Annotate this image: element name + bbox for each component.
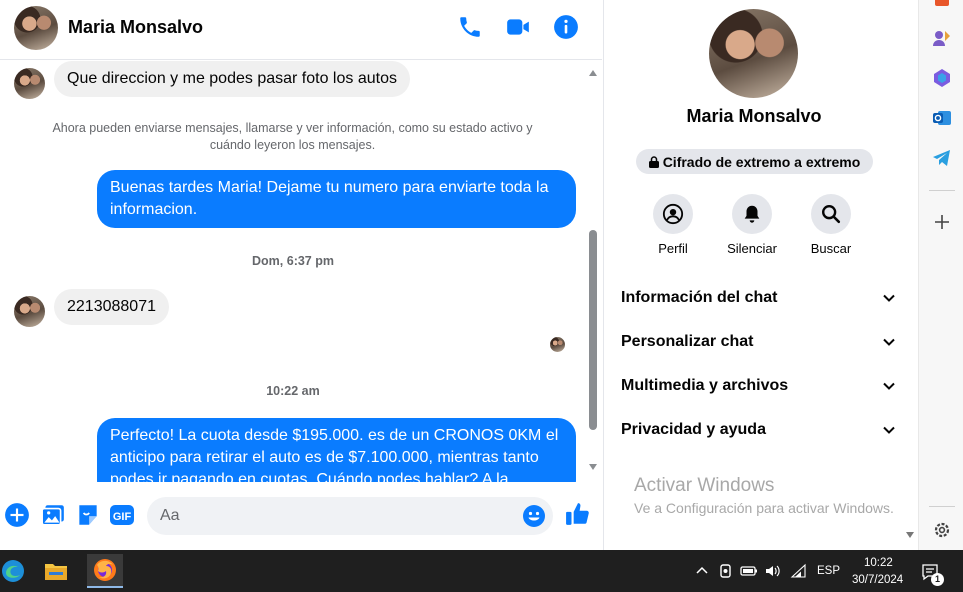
system-notice: Ahora pueden enviarse mensajes, llamarse…	[52, 121, 533, 152]
read-receipt-avatar	[550, 337, 565, 352]
encryption-label: Cifrado de extremo a extremo	[662, 153, 861, 170]
scroll-down-arrow[interactable]	[589, 464, 597, 470]
section-customize-chat[interactable]: Personalizar chat	[621, 327, 896, 357]
chevron-down-icon	[883, 382, 895, 390]
section-privacy-help[interactable]: Privacidad y ayuda	[621, 415, 896, 445]
firefox-icon[interactable]	[87, 554, 123, 588]
telegram-icon[interactable]	[932, 148, 952, 168]
games-icon[interactable]	[932, 28, 952, 48]
timestamp-separator: 10:22 am	[266, 384, 320, 398]
notification-badge: 1	[931, 573, 944, 586]
encryption-badge[interactable]: Cifrado de extremo a extremo	[636, 149, 873, 174]
plus-circle-icon[interactable]	[4, 502, 30, 528]
profile-label: Perfil	[658, 241, 688, 256]
clock-time[interactable]: 10:22	[864, 557, 893, 569]
message-outgoing[interactable]: Buenas tardes Maria! Dejame tu numero pa…	[97, 170, 576, 228]
info-icon[interactable]	[553, 14, 579, 40]
chevron-down-icon	[883, 338, 895, 346]
section-label: Información del chat	[621, 289, 778, 306]
settings-gear-icon[interactable]	[932, 520, 952, 540]
sidebar-divider	[929, 506, 955, 507]
sender-avatar[interactable]	[14, 296, 45, 327]
copilot-icon[interactable]	[932, 68, 952, 88]
message-scrollbar[interactable]	[586, 62, 600, 480]
outlook-icon[interactable]	[932, 108, 952, 128]
thumbs-up-icon[interactable]	[565, 501, 591, 527]
file-explorer-icon[interactable]	[38, 554, 74, 588]
profile-action[interactable]: Perfil	[638, 194, 708, 256]
scroll-thumb[interactable]	[589, 230, 597, 430]
wifi-icon[interactable]	[790, 562, 808, 580]
gif-icon[interactable]: GIF	[109, 502, 135, 528]
section-label: Privacidad y ayuda	[621, 421, 766, 438]
photo-icon[interactable]	[40, 502, 66, 528]
activation-watermark-title: Activar Windows	[634, 475, 775, 496]
profile-icon[interactable]	[653, 194, 693, 234]
screen: Maria Monsalvo Que direccion y me podes …	[0, 0, 963, 592]
volume-icon[interactable]	[764, 562, 782, 580]
battery-icon[interactable]	[740, 562, 758, 580]
mute-label: Silenciar	[727, 241, 777, 256]
search-action[interactable]: Buscar	[796, 194, 866, 256]
timestamp-separator: Dom, 6:37 pm	[252, 254, 334, 268]
emoji-icon[interactable]	[522, 504, 546, 528]
info-avatar[interactable]	[709, 9, 798, 98]
mute-action[interactable]: Silenciar	[717, 194, 787, 256]
composer: GIF	[0, 482, 602, 550]
section-chat-info[interactable]: Información del chat	[621, 283, 896, 313]
conversation-info-panel: Maria Monsalvo Cifrado de extremo a extr…	[603, 0, 918, 550]
chevron-up-icon[interactable]	[693, 562, 711, 580]
message-list[interactable]: Que direccion y me podes pasar foto los …	[0, 61, 586, 482]
sidebar-divider	[929, 190, 955, 191]
language-label: ESP	[817, 565, 841, 577]
chat-pane: Maria Monsalvo Que direccion y me podes …	[0, 0, 602, 550]
sender-avatar[interactable]	[14, 68, 45, 99]
message-input[interactable]	[160, 506, 520, 526]
section-label: Personalizar chat	[621, 333, 754, 350]
shopping-icon[interactable]	[932, 0, 952, 12]
message-incoming[interactable]: Que direccion y me podes pasar foto los …	[54, 61, 410, 97]
bell-icon[interactable]	[732, 194, 772, 234]
edge-browser-icon[interactable]	[0, 554, 30, 588]
message-input-container[interactable]	[147, 497, 553, 535]
section-media-files[interactable]: Multimedia y archivos	[621, 371, 896, 401]
chevron-down-icon	[883, 426, 895, 434]
message-outgoing[interactable]: Perfecto! La cuota desde $195.000. es de…	[97, 418, 576, 482]
panel-scroll-down-arrow[interactable]	[906, 532, 914, 538]
chat-header: Maria Monsalvo	[0, 0, 602, 60]
clock-date[interactable]: 30/7/2024	[852, 574, 903, 586]
section-label: Multimedia y archivos	[621, 377, 789, 394]
contact-avatar[interactable]	[14, 6, 58, 50]
search-icon[interactable]	[811, 194, 851, 234]
message-incoming[interactable]: 2213088071	[54, 289, 169, 325]
phone-icon[interactable]	[457, 14, 483, 40]
activation-watermark-subtitle: Ve a Configuración para activar Windows.	[634, 500, 894, 516]
language-indicator[interactable]: ESP	[817, 565, 840, 577]
browser-sidebar	[918, 0, 963, 550]
video-camera-icon[interactable]	[505, 14, 531, 40]
scroll-up-arrow[interactable]	[589, 70, 597, 76]
contact-name[interactable]: Maria Monsalvo	[68, 17, 203, 38]
gif-label: GIF	[113, 511, 132, 523]
lock-icon	[648, 155, 659, 168]
search-label: Buscar	[810, 241, 852, 256]
add-icon[interactable]	[932, 212, 952, 232]
info-contact-name: Maria Monsalvo	[686, 106, 822, 126]
sticker-icon[interactable]	[75, 502, 101, 528]
chevron-down-icon	[883, 294, 895, 302]
windows-taskbar: ESP 10:22 30/7/2024	[0, 550, 963, 592]
meet-now-icon[interactable]	[718, 562, 736, 580]
